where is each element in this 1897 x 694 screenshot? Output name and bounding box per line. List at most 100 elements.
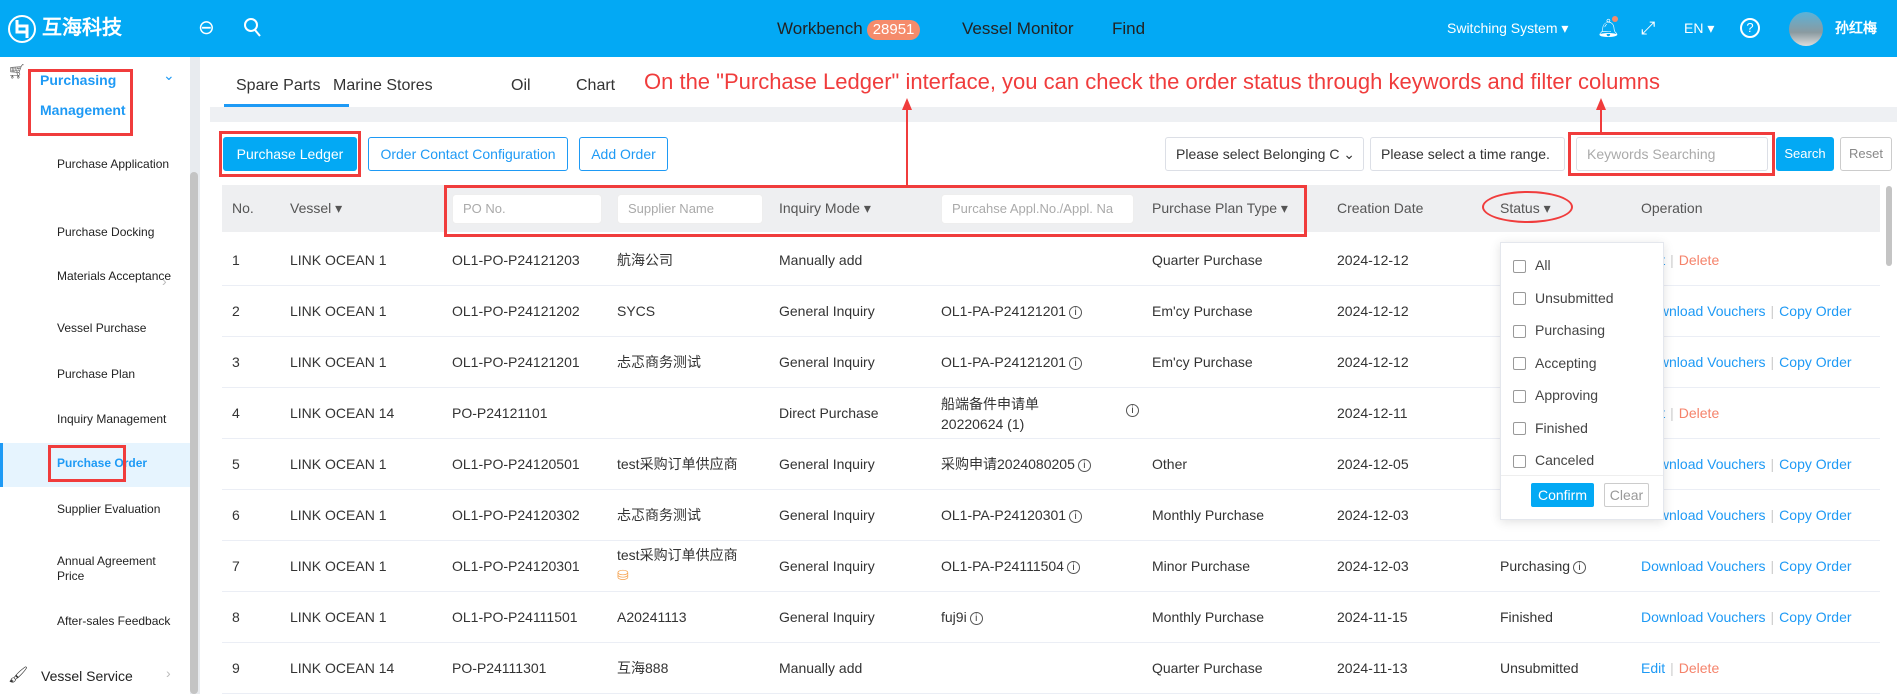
checkbox[interactable]: [1513, 292, 1526, 306]
cell-plan: Minor Purchase: [1152, 558, 1251, 574]
cell-plan: Quarter Purchase: [1152, 660, 1263, 676]
cell-po: OL1-PO-P24121201: [452, 354, 580, 370]
cell-appl: OL1-PA-P24120301 i: [941, 490, 1083, 541]
cell-plan: Monthly Purchase: [1152, 609, 1265, 625]
cell-inquiry: General Inquiry: [779, 456, 875, 472]
cell-supplier: 忐忑商务测试: [617, 507, 701, 523]
clear-button[interactable]: Clear: [1604, 483, 1649, 507]
checkbox[interactable]: [1513, 357, 1526, 371]
chevron-down-icon: ⌄: [1343, 146, 1355, 162]
annotation-box: [219, 131, 361, 177]
info-icon[interactable]: i: [1126, 404, 1139, 417]
top-header: 互海科技 ⊖ Workbench 28951 Vessel Monitor Fin…: [0, 0, 1897, 57]
cell-operation: Download Vouchers | Copy Order: [1641, 303, 1852, 319]
sidebar-item-after-sales-feedback[interactable]: After-sales Feedback: [57, 614, 177, 629]
cell-no: 7: [232, 558, 240, 574]
delete-link[interactable]: Delete: [1679, 660, 1719, 676]
cell-appl: fuj9i i: [941, 592, 983, 643]
sidebar-item-annual-agreement-price[interactable]: Annual Agreement Price: [57, 554, 177, 584]
info-icon[interactable]: i: [1066, 560, 1080, 574]
cell-inquiry: General Inquiry: [779, 507, 875, 523]
switching-system-dropdown[interactable]: Switching System ▾: [1447, 0, 1568, 57]
nav-find[interactable]: Find: [1112, 0, 1145, 57]
search-icon[interactable]: [243, 17, 263, 39]
status-filter-dropdown: All Unsubmitted Purchasing Accepting Approvi…: [1500, 242, 1664, 520]
cell-operation: Download Vouchers | Copy Order: [1641, 507, 1852, 523]
download-vouchers-link[interactable]: Download Vouchers: [1641, 558, 1766, 574]
language-dropdown[interactable]: EN ▾: [1684, 0, 1714, 57]
checkbox[interactable]: [1513, 454, 1526, 468]
sidebar-item-purchase-docking[interactable]: Purchase Docking: [57, 225, 177, 240]
sidebar-item-vessel-purchase[interactable]: Vessel Purchase: [57, 321, 177, 336]
sidebar-item-materials-acceptance[interactable]: Materials Acceptance: [57, 269, 177, 284]
cell-appl: 采购申请2024080205 i: [941, 439, 1091, 490]
cell-no: 3: [232, 354, 240, 370]
sidebar-group-vessel-service[interactable]: Vessel Service: [41, 668, 133, 684]
time-range-input[interactable]: Please select a time range.: [1370, 137, 1565, 171]
status-option-accepting[interactable]: Accepting: [1513, 355, 1596, 371]
back-icon[interactable]: ⊖: [198, 0, 215, 57]
user-name[interactable]: 孙红梅: [1835, 0, 1877, 57]
checkbox[interactable]: [1513, 259, 1526, 273]
copy-order-link[interactable]: Copy Order: [1779, 303, 1851, 319]
sidebar-item-purchase-application[interactable]: Purchase Application: [57, 157, 177, 172]
cell-po: PO-P24111301: [452, 660, 547, 676]
status-option-purchasing[interactable]: Purchasing: [1513, 322, 1605, 338]
cell-plan: Em'cy Purchase: [1152, 303, 1253, 319]
cell-plan: Quarter Purchase: [1152, 252, 1263, 268]
nav-workbench[interactable]: Workbench 28951: [777, 0, 921, 57]
sidebar-item-inquiry-management[interactable]: Inquiry Management: [57, 412, 177, 427]
col-vessel-filter[interactable]: Vessel ▾: [290, 185, 342, 232]
col-operation: Operation: [1641, 200, 1703, 216]
order-contact-configuration-button[interactable]: Order Contact Configuration: [368, 137, 568, 171]
nav-vessel-monitor[interactable]: Vessel Monitor: [962, 0, 1074, 57]
cell-date: 2024-12-03: [1337, 507, 1409, 523]
info-icon[interactable]: i: [1077, 458, 1091, 472]
cell-no: 8: [232, 609, 240, 625]
cell-plan: Monthly Purchase: [1152, 507, 1265, 523]
sidebar-scrollbar[interactable]: [190, 172, 198, 694]
copy-order-link[interactable]: Copy Order: [1779, 507, 1851, 523]
status-option-canceled[interactable]: Canceled: [1513, 452, 1594, 468]
info-icon[interactable]: i: [969, 611, 983, 625]
info-icon[interactable]: i: [1069, 305, 1083, 319]
cell-appl: 船端备件申请单20220624 (1) i: [941, 394, 1139, 434]
status-option-approving[interactable]: Approving: [1513, 387, 1598, 403]
cell-po: OL1-PO-P24120302: [452, 507, 580, 523]
fullscreen-icon[interactable]: ⤢: [1641, 0, 1655, 57]
belonging-select[interactable]: Please select Belonging C ⌄: [1165, 137, 1364, 171]
info-icon[interactable]: i: [1069, 356, 1083, 370]
copy-order-link[interactable]: Copy Order: [1779, 456, 1851, 472]
cell-date: 2024-12-03: [1337, 558, 1409, 574]
cell-vessel: LINK OCEAN 1: [290, 456, 387, 472]
status-option-finished[interactable]: Finished: [1513, 420, 1588, 436]
confirm-button[interactable]: Confirm: [1531, 483, 1594, 507]
table-row: 9 LINK OCEAN 14 PO-P24111301 互海888 Manually …: [222, 643, 1880, 694]
download-vouchers-link[interactable]: Download Vouchers: [1641, 609, 1766, 625]
cell-status: Finished: [1500, 609, 1553, 625]
status-option-all[interactable]: All: [1513, 257, 1551, 273]
workbench-badge: 28951: [866, 20, 921, 40]
bell-icon[interactable]: 🔔︎: [1597, 0, 1620, 57]
search-button[interactable]: Search: [1776, 137, 1834, 171]
help-icon[interactable]: ?: [1740, 18, 1760, 38]
table-scrollbar[interactable]: [1886, 186, 1892, 266]
checkbox[interactable]: [1513, 389, 1526, 403]
checkbox[interactable]: [1513, 422, 1526, 436]
copy-order-link[interactable]: Copy Order: [1779, 354, 1851, 370]
sidebar-item-supplier-evaluation[interactable]: Supplier Evaluation: [57, 502, 177, 517]
edit-link[interactable]: Edit: [1641, 660, 1665, 676]
checkbox[interactable]: [1513, 324, 1526, 338]
avatar[interactable]: [1789, 12, 1823, 46]
delete-link[interactable]: Delete: [1679, 405, 1719, 421]
add-order-button[interactable]: Add Order: [579, 137, 668, 171]
status-option-unsubmitted[interactable]: Unsubmitted: [1513, 290, 1614, 306]
sidebar-item-purchase-plan[interactable]: Purchase Plan: [57, 367, 177, 382]
copy-order-link[interactable]: Copy Order: [1779, 609, 1851, 625]
reset-button[interactable]: Reset: [1840, 137, 1892, 171]
info-icon[interactable]: i: [1069, 509, 1083, 523]
delete-link[interactable]: Delete: [1679, 252, 1719, 268]
copy-order-link[interactable]: Copy Order: [1779, 558, 1851, 574]
info-icon[interactable]: i: [1573, 560, 1587, 574]
cell-supplier: 航海公司: [617, 252, 673, 268]
